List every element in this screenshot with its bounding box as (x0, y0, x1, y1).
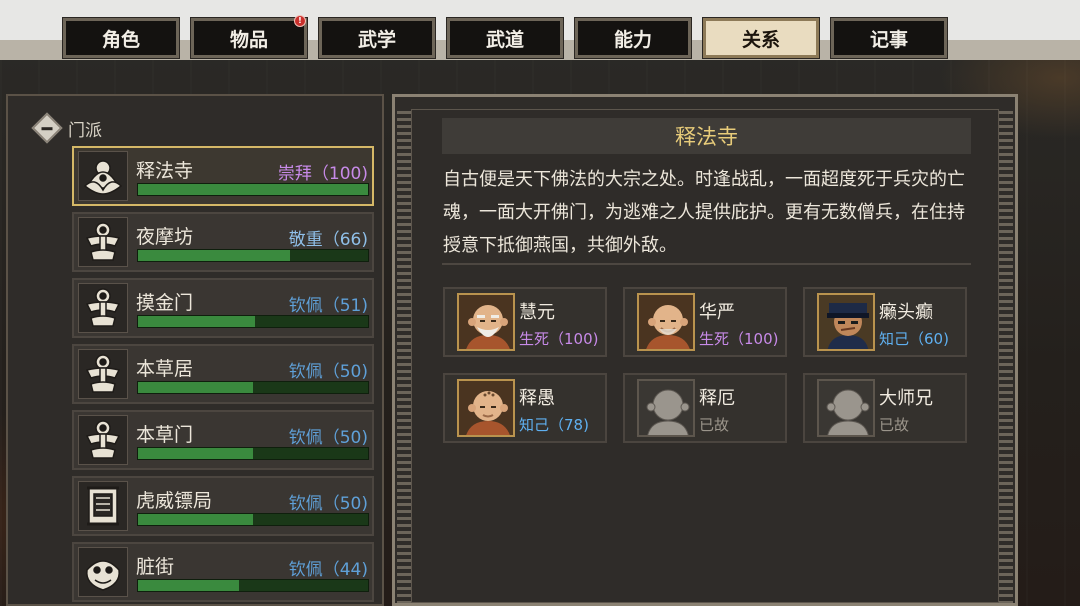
faction-name: 脏街 (136, 556, 175, 578)
faction-row[interactable]: 夜摩坊 敬重（66) (72, 212, 374, 272)
member-card[interactable]: 释厄 已故 (623, 373, 787, 443)
faction-title: 释法寺 (442, 118, 971, 154)
member-relation: 知己（78) (519, 416, 589, 434)
standing-progress-fill (138, 448, 253, 459)
standing-progress-fill (138, 316, 256, 327)
faction-name: 虎威镖局 (136, 490, 213, 512)
tab-journal[interactable]: 记事 (830, 17, 948, 59)
faction-row[interactable]: 脏街 钦佩（44) (72, 542, 374, 602)
ornament-emblem-icon (78, 415, 128, 465)
group-label: 门派 (68, 120, 102, 141)
standing-progress-fill (138, 250, 290, 261)
deceased-monk-portrait-icon (817, 379, 875, 437)
divider (442, 263, 971, 265)
tab-bar: 角色 物品! 武学 武道 能力 关系 记事 (0, 0, 1080, 60)
standing-progress-fill (138, 580, 240, 591)
member-relation: 已故 (879, 416, 910, 434)
faction-standing: 钦佩（50) (288, 362, 368, 382)
member-relation: 知己（60) (879, 330, 949, 348)
faction-standing: 钦佩（51) (288, 296, 368, 316)
young-monk-portrait-icon (457, 379, 515, 437)
bald-monk-portrait-icon (637, 293, 695, 351)
faction-row[interactable]: 虎威镖局 钦佩（50) (72, 476, 374, 536)
capped-man-portrait-icon (817, 293, 875, 351)
tab-martial-way[interactable]: 武道 (446, 17, 564, 59)
standing-progress-bar (137, 315, 369, 328)
member-card[interactable]: 释愚知己（78) (443, 373, 607, 443)
faction-row[interactable]: 本草居 钦佩（50) (72, 344, 374, 404)
tab-character[interactable]: 角色 (62, 17, 180, 59)
standing-progress-bar (137, 381, 369, 394)
member-card[interactable]: 华严生死（100) (623, 287, 787, 357)
faction-standing: 钦佩（44) (288, 560, 368, 580)
standing-progress-fill (138, 184, 368, 195)
ornament-emblem-icon (78, 283, 128, 333)
member-card[interactable]: 大师兄 已故 (803, 373, 967, 443)
standing-progress-bar (137, 447, 369, 460)
member-relation: 生死（100) (699, 330, 779, 348)
standing-progress-bar (137, 579, 369, 592)
standing-progress-fill (138, 514, 253, 525)
faction-standing: 敬重（66) (288, 230, 368, 250)
notification-badge-icon: ! (294, 15, 306, 27)
ornament-emblem-icon (78, 217, 128, 267)
member-name: 慧元 (519, 302, 555, 323)
lotus-emblem-icon (78, 151, 128, 201)
member-name: 华严 (699, 302, 735, 323)
tab-martial-arts[interactable]: 武学 (318, 17, 436, 59)
lion-emblem-icon (78, 547, 128, 597)
member-relation: 生死（100) (519, 330, 599, 348)
faction-standing: 钦佩（50) (288, 494, 368, 514)
faction-standing: 钦佩（50) (288, 428, 368, 448)
collapse-minus-icon[interactable] (31, 112, 63, 144)
member-name: 癞头癫 (879, 302, 933, 323)
faction-row[interactable]: 本草门 钦佩（50) (72, 410, 374, 470)
tiger-banner-emblem-icon (78, 481, 128, 531)
faction-group-header[interactable]: 门派 (31, 112, 102, 144)
tab-items[interactable]: 物品! (190, 15, 308, 59)
tab-relations[interactable]: 关系 (702, 17, 820, 59)
member-name: 释厄 (699, 388, 735, 409)
faction-row[interactable]: 摸金门 钦佩（51) (72, 278, 374, 338)
member-name: 释愚 (519, 388, 555, 409)
fret-border-left (397, 111, 411, 603)
faction-standing: 崇拜（100) (277, 164, 368, 184)
member-relation: 已故 (699, 416, 730, 434)
faction-name: 夜摩坊 (136, 226, 194, 248)
fret-border-right (999, 111, 1013, 603)
ornament-emblem-icon (78, 349, 128, 399)
elder-monk-portrait-icon (457, 293, 515, 351)
member-card[interactable]: 慧元生死（100) (443, 287, 607, 357)
deceased-monk-portrait-icon (637, 379, 695, 437)
standing-progress-bar (137, 513, 369, 526)
faction-name: 摸金门 (136, 292, 194, 314)
member-card[interactable]: 癞头癫知己（60) (803, 287, 967, 357)
member-name: 大师兄 (879, 388, 933, 409)
tab-abilities[interactable]: 能力 (574, 17, 692, 59)
standing-progress-fill (138, 382, 253, 393)
faction-name: 释法寺 (136, 160, 194, 182)
faction-name: 本草门 (136, 424, 194, 446)
standing-progress-bar (137, 183, 369, 196)
standing-progress-bar (137, 249, 369, 262)
faction-row[interactable]: 释法寺 崇拜（100) (72, 146, 374, 206)
faction-name: 本草居 (136, 358, 194, 380)
faction-description: 自古便是天下佛法的大宗之处。时逢战乱，一面超度死于兵灾的亡魂，一面大开佛门，为逃… (443, 169, 965, 256)
